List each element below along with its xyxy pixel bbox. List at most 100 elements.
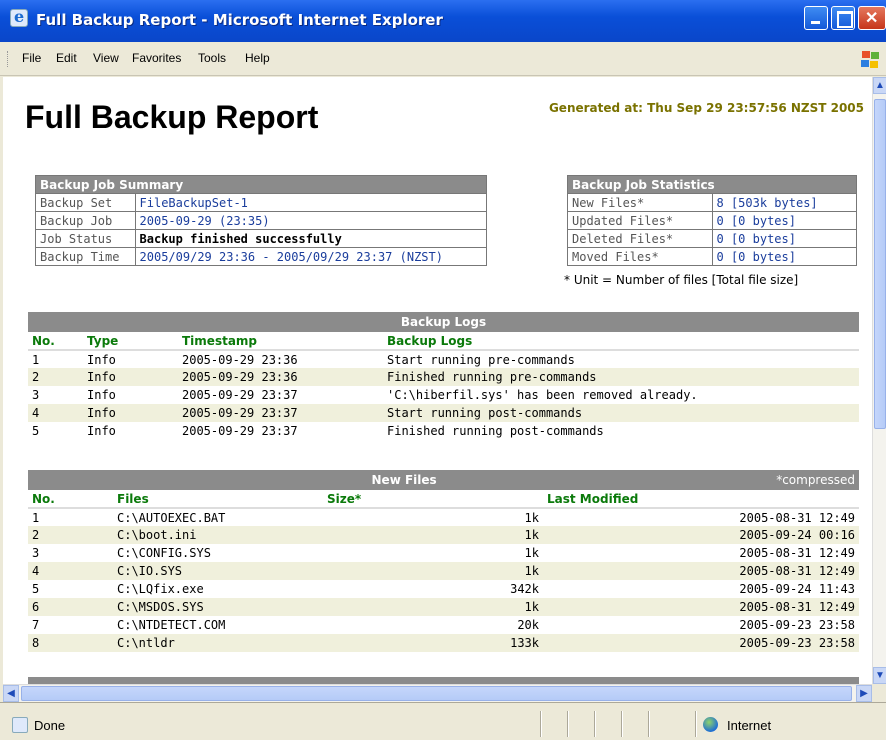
- file-path: C:\AUTOEXEC.BAT: [117, 510, 226, 525]
- new-files-header: New Files *compressed: [28, 470, 859, 490]
- file-no: 4: [28, 562, 113, 580]
- file-path: C:\IO.SYS: [113, 562, 323, 580]
- scroll-right-icon[interactable]: ▶: [856, 685, 872, 702]
- security-zone-label: Internet: [727, 718, 772, 733]
- title-bar[interactable]: Full Backup Report - Microsoft Internet …: [0, 0, 886, 42]
- file-path: C:\ntldr: [113, 634, 323, 652]
- logs-col-no: No.: [28, 332, 83, 351]
- status-divider: [594, 711, 596, 737]
- files-col-files: Files: [113, 490, 323, 509]
- summary-value: 2005/09/29 23:36 - 2005/09/29 23:37 (NZS…: [134, 247, 488, 266]
- logs-col-message: Backup Logs: [383, 332, 859, 351]
- status-bar: Done Internet: [0, 702, 886, 740]
- window-title: Full Backup Report - Microsoft Internet …: [36, 11, 443, 29]
- menu-view[interactable]: View: [93, 51, 119, 65]
- file-size: 1k: [323, 526, 543, 544]
- stats-key: Moved Files*: [567, 247, 713, 266]
- log-message: Finished running post-commands: [387, 424, 604, 438]
- file-size: 133k: [323, 634, 543, 652]
- table-row: 4 C:\IO.SYS 1k 2005-08-31 12:49: [28, 562, 859, 580]
- status-divider: [567, 711, 569, 737]
- log-no: 5: [32, 424, 40, 438]
- scroll-down-icon[interactable]: ▼: [873, 667, 886, 684]
- stats-value: 0 [0 bytes]: [711, 229, 857, 248]
- status-divider: [621, 711, 623, 737]
- scroll-up-icon[interactable]: ▲: [873, 77, 886, 94]
- table-row: 1 C:\AUTOEXEC.BAT 1k 2005-08-31 12:49: [28, 508, 859, 526]
- stats-value: 0 [0 bytes]: [711, 211, 857, 230]
- summary-value: 2005-09-29 (23:35): [134, 211, 488, 230]
- log-timestamp: 2005-09-29 23:37: [182, 388, 298, 402]
- file-path: C:\NTDETECT.COM: [117, 618, 226, 632]
- vertical-scrollbar[interactable]: ▲ ▼: [872, 77, 886, 684]
- compressed-note: *compressed: [776, 473, 855, 487]
- menu-tools[interactable]: Tools: [198, 51, 226, 65]
- file-size: 1k: [524, 510, 539, 525]
- horizontal-scrollbar[interactable]: ◀ ▶: [3, 684, 872, 702]
- file-path: C:\LQfix.exe: [117, 582, 204, 596]
- log-message: Start running post-commands: [383, 404, 859, 422]
- stats-key: New Files*: [567, 193, 713, 212]
- vertical-scroll-thumb[interactable]: [874, 99, 886, 429]
- close-button[interactable]: [858, 6, 886, 30]
- file-no: 6: [28, 598, 113, 616]
- file-modified: 2005-08-31 12:49: [543, 562, 859, 580]
- file-modified: 2005-09-23 23:58: [739, 618, 855, 632]
- status-divider: [648, 711, 650, 737]
- logs-col-type: Type: [83, 332, 178, 351]
- log-message: Start running pre-commands: [387, 352, 575, 367]
- backup-logs-table: Backup Logs No. Type Timestamp Backup Lo…: [28, 312, 859, 440]
- file-size: 20k: [517, 618, 539, 632]
- summary-key: Job Status: [35, 229, 136, 248]
- table-row: 4 Info 2005-09-29 23:37 Start running po…: [28, 404, 859, 422]
- log-type: Info: [87, 352, 116, 367]
- file-size: 342k: [510, 582, 539, 596]
- page-status-icon: [12, 717, 28, 733]
- summary-key: Backup Job: [35, 211, 136, 230]
- scroll-left-icon[interactable]: ◀: [3, 685, 19, 702]
- file-size: 1k: [323, 598, 543, 616]
- table-row: 8 C:\ntldr 133k 2005-09-23 23:58: [28, 634, 859, 652]
- files-col-no: No.: [28, 490, 113, 509]
- table-row: 6 C:\MSDOS.SYS 1k 2005-08-31 12:49: [28, 598, 859, 616]
- file-no: 5: [32, 582, 40, 596]
- file-modified: 2005-08-31 12:49: [739, 546, 855, 560]
- log-no: 1: [32, 352, 40, 367]
- file-size: 1k: [323, 562, 543, 580]
- file-modified: 2005-08-31 12:49: [739, 510, 855, 525]
- summary-header: Backup Job Summary: [35, 175, 487, 194]
- horizontal-scroll-thumb[interactable]: [21, 686, 852, 701]
- status-divider: [540, 711, 542, 737]
- file-path: C:\CONFIG.SYS: [117, 546, 211, 560]
- files-col-modified: Last Modified: [543, 490, 859, 509]
- summary-key: Backup Time: [35, 247, 136, 266]
- file-no: 1: [32, 510, 40, 525]
- menu-favorites[interactable]: Favorites: [132, 51, 181, 65]
- log-timestamp: 2005-09-29 23:36: [182, 352, 298, 367]
- menu-file[interactable]: File: [22, 51, 41, 65]
- menu-edit[interactable]: Edit: [56, 51, 77, 65]
- scroll-corner: [872, 684, 886, 702]
- log-no: 3: [32, 388, 40, 402]
- file-no: 8: [28, 634, 113, 652]
- logs-col-timestamp: Timestamp: [178, 332, 383, 351]
- log-message: 'C:\hiberfil.sys' has been removed alrea…: [387, 388, 698, 402]
- file-no: 2: [28, 526, 113, 544]
- file-modified: 2005-09-23 23:58: [543, 634, 859, 652]
- maximize-button[interactable]: [831, 6, 855, 30]
- stats-value: 8 [503k bytes]: [711, 193, 857, 212]
- file-modified: 2005-08-31 12:49: [543, 598, 859, 616]
- log-type: Info: [83, 368, 178, 386]
- minimize-button[interactable]: [804, 6, 828, 30]
- page-content: Full Backup Report Generated at: Thu Sep…: [3, 77, 872, 684]
- stats-value: 0 [0 bytes]: [711, 247, 857, 266]
- file-modified: 2005-09-24 11:43: [739, 582, 855, 596]
- toolbar-grip[interactable]: [7, 51, 10, 67]
- windows-logo-icon: [860, 50, 880, 68]
- summary-value: FileBackupSet-1: [134, 193, 488, 212]
- updated-files-header-partial: [28, 677, 859, 684]
- menu-help[interactable]: Help: [245, 51, 270, 65]
- table-row: 3 C:\CONFIG.SYS 1k 2005-08-31 12:49: [28, 544, 859, 562]
- log-no: 2: [28, 368, 83, 386]
- log-type: Info: [87, 424, 116, 438]
